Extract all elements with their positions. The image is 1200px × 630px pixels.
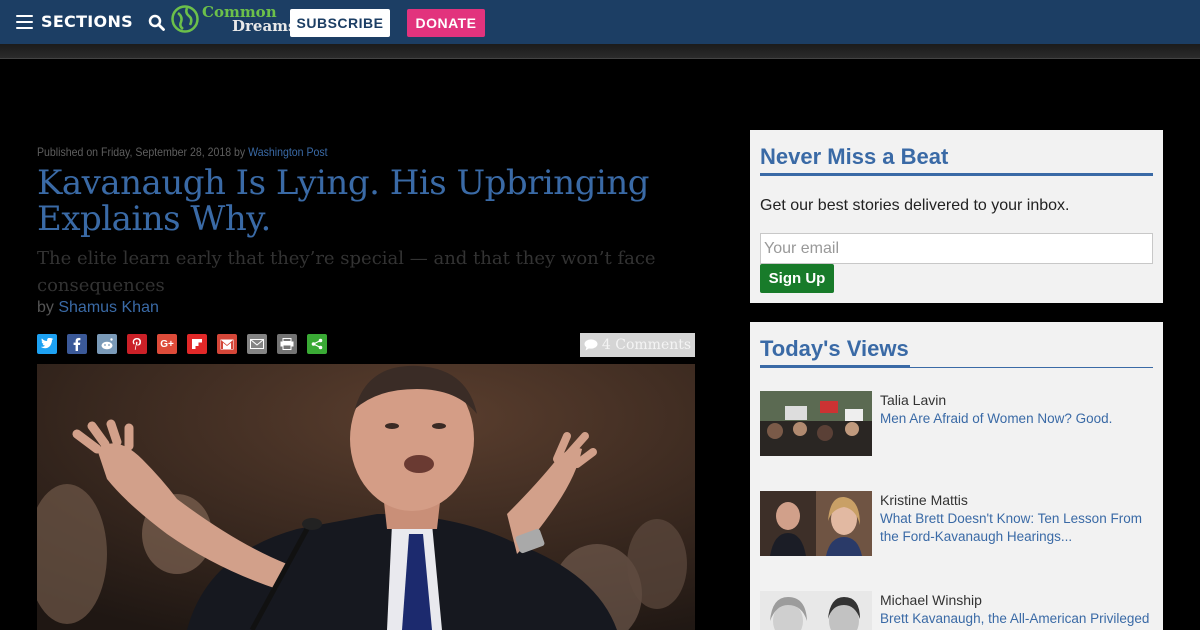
list-item[interactable]: Kristine Mattis What Brett Doesn't Know:… bbox=[760, 491, 1153, 557]
list-item[interactable]: Michael Winship Brett Kavanaugh, the All… bbox=[760, 591, 1153, 630]
comments-button[interactable]: 4 Comments bbox=[580, 333, 695, 357]
pinterest-icon[interactable] bbox=[127, 334, 147, 354]
email-icon[interactable] bbox=[247, 334, 267, 354]
newsletter-title: Never Miss a Beat bbox=[760, 144, 949, 169]
newsletter-panel: Never Miss a Beat Get our best stories d… bbox=[750, 130, 1163, 303]
flipboard-icon[interactable] bbox=[187, 334, 207, 354]
gmail-icon[interactable] bbox=[217, 334, 237, 354]
subscribe-button[interactable]: SUBSCRIBE bbox=[290, 9, 390, 37]
published-date: Published on Friday, September 28, 2018 … bbox=[37, 145, 246, 159]
view-headline-link[interactable]: Brett Kavanaugh, the All-American Privil… bbox=[880, 610, 1150, 628]
article-subtitle: The elite learn early that they’re speci… bbox=[37, 248, 656, 296]
author-link[interactable]: Shamus Khan bbox=[58, 299, 159, 316]
todays-views-title: Today's Views bbox=[760, 336, 909, 361]
logo-line-2: Dreams bbox=[232, 17, 297, 35]
comment-bubble-icon bbox=[584, 339, 598, 351]
view-author: Kristine Mattis bbox=[880, 492, 968, 508]
header-shadow bbox=[0, 44, 1200, 59]
facebook-icon[interactable] bbox=[67, 334, 87, 354]
article-thumbnail[interactable] bbox=[760, 491, 872, 556]
article-thumbnail[interactable] bbox=[760, 591, 872, 630]
google-plus-icon[interactable]: G+ bbox=[157, 334, 177, 354]
donate-button[interactable]: DONATE bbox=[407, 9, 485, 37]
byline-prefix: by bbox=[37, 299, 54, 316]
comments-count: 4 Comments bbox=[601, 337, 692, 353]
view-headline-link[interactable]: What Brett Doesn't Know: Ten Lesson From… bbox=[880, 510, 1150, 546]
article-meta: Published on Friday, September 28, 2018 … bbox=[37, 145, 328, 159]
list-item[interactable]: Talia Lavin Men Are Afraid of Women Now?… bbox=[760, 391, 1153, 457]
sign-up-button[interactable]: Sign Up bbox=[760, 264, 834, 293]
print-icon[interactable] bbox=[277, 334, 297, 354]
todays-views-rule bbox=[760, 367, 1153, 368]
share-bar: G+ bbox=[37, 334, 327, 354]
sections-menu-button[interactable]: SECTIONS bbox=[16, 12, 133, 31]
common-dreams-logo[interactable]: Common Dreams bbox=[170, 4, 297, 34]
newsletter-description: Get our best stories delivered to your i… bbox=[760, 197, 1070, 214]
article-title: Kavanaugh Is Lying. His Upbringing Expla… bbox=[37, 163, 650, 239]
more-share-icon[interactable] bbox=[307, 334, 327, 354]
search-icon[interactable] bbox=[148, 14, 165, 31]
view-headline-link[interactable]: Men Are Afraid of Women Now? Good. bbox=[880, 410, 1150, 428]
byline: by Shamus Khan bbox=[37, 299, 159, 317]
twitter-icon[interactable] bbox=[37, 334, 57, 354]
view-author: Michael Winship bbox=[880, 592, 982, 608]
view-author: Talia Lavin bbox=[880, 392, 947, 408]
globe-logo-icon bbox=[171, 5, 199, 33]
todays-views-panel: Today's Views Talia Lavin Men Are Afraid… bbox=[750, 322, 1163, 630]
email-field[interactable] bbox=[760, 233, 1153, 264]
source-link[interactable]: Washington Post bbox=[248, 145, 327, 159]
hamburger-icon bbox=[16, 14, 33, 29]
article-hero-image bbox=[37, 364, 695, 630]
reddit-icon[interactable] bbox=[97, 334, 117, 354]
article-thumbnail[interactable] bbox=[760, 391, 872, 456]
newsletter-title-rule bbox=[760, 173, 1153, 176]
sections-label: SECTIONS bbox=[41, 12, 133, 31]
